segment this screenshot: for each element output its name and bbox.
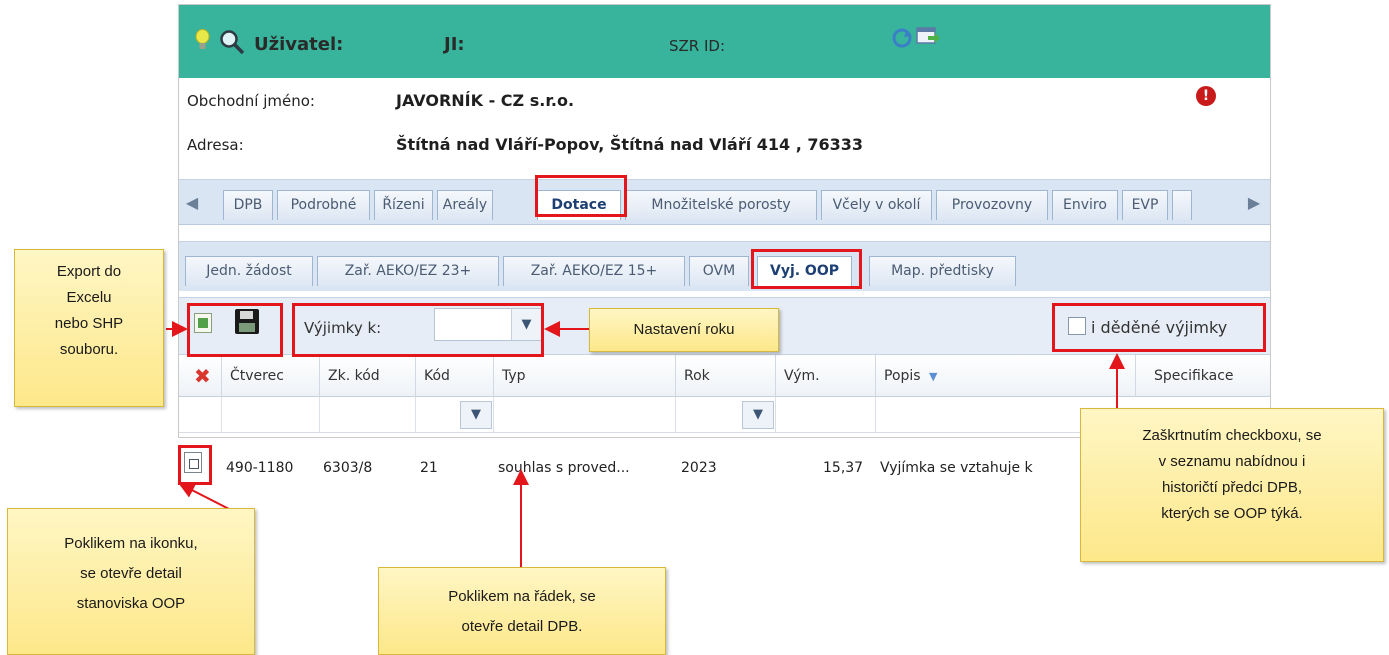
note-line: nebo SHP	[54, 315, 124, 332]
tab-zar-aeko-23[interactable]: Zař. AEKO/EZ 23+	[317, 256, 499, 286]
error-icon[interactable]: !	[1196, 86, 1216, 106]
szr-id-label: SZR ID:	[669, 37, 726, 55]
tab-podrobne[interactable]: Podrobné	[277, 190, 370, 220]
note-line: otevře detail DPB.	[461, 618, 583, 635]
filter-zk-kod[interactable]	[319, 397, 415, 433]
highlight-tab-dotace	[535, 175, 627, 217]
tab-arealy[interactable]: Areály	[437, 190, 493, 220]
tabs-right-arrow-icon[interactable]: ▶	[1243, 188, 1265, 218]
company-label: Obchodní jméno:	[187, 92, 315, 110]
filter-vym[interactable]	[775, 397, 875, 433]
note-line: Poklikem na ikonku,	[64, 535, 198, 552]
note-line: Zaškrtnutím checkboxu, se	[1142, 427, 1322, 444]
tabs-left-arrow-icon[interactable]: ◀	[181, 188, 203, 218]
col-vym[interactable]: Vým.	[775, 355, 875, 397]
tab-zar-aeko-15[interactable]: Zař. AEKO/EZ 15+	[503, 256, 685, 286]
note-line: Poklikem na řádek, se	[448, 588, 596, 605]
filter-rok[interactable]: ▼	[675, 397, 775, 433]
cell-typ: souhlas s proved...	[498, 460, 630, 476]
col-zk-kod[interactable]: Zk. kód	[319, 355, 415, 397]
note-row: Poklikem na řádek, se otevře detail DPB.	[378, 567, 666, 655]
col-ctverec[interactable]: Čtverec	[221, 355, 319, 397]
cell-kod: 21	[420, 460, 438, 476]
tab-evp[interactable]: EVP	[1122, 190, 1168, 220]
col-popis[interactable]: Popis ▼	[875, 355, 1135, 397]
tab-dpb[interactable]: DPB	[223, 190, 273, 220]
tab-vcely-v-okoli[interactable]: Včely v okolí	[821, 190, 932, 220]
col-rok[interactable]: Rok	[675, 355, 775, 397]
header-bar: Uživatel: JI: SZR ID:	[179, 5, 1270, 78]
note-year: Nastavení roku	[589, 308, 779, 352]
cell-rok: 2023	[681, 460, 717, 476]
note-line: Export do	[56, 263, 122, 280]
company-value: JAVORNÍK - CZ s.r.o.	[396, 91, 575, 110]
main-tab-bar: ◀ DPB Podrobné Řízeni Areály Dotace Množ…	[179, 179, 1270, 225]
refresh-icon[interactable]	[891, 27, 913, 49]
highlight-checkbox	[1052, 303, 1266, 352]
search-icon[interactable]	[219, 29, 245, 55]
highlight-export-icons	[187, 303, 283, 357]
tab-map-predtisky[interactable]: Map. předtisky	[869, 256, 1016, 286]
note-export: Export do Excelu nebo SHP souboru.	[14, 249, 164, 407]
grid-header: ✖ Čtverec Zk. kód Kód Typ Rok Vým. Popis…	[179, 355, 1270, 397]
sub-tab-bar: Jedn. žádost Zař. AEKO/EZ 23+ Zař. AEKO/…	[179, 241, 1270, 291]
col-specifikace[interactable]: Specifikace	[1135, 355, 1270, 397]
note-icon: Poklikem na ikonku, se otevře detail sta…	[7, 508, 255, 655]
highlight-doc-icon	[178, 445, 212, 485]
sort-desc-icon: ▼	[929, 370, 938, 383]
cell-ctverec: 490-1180	[226, 460, 294, 476]
address-value: Štítná nad Vláří-Popov, Štítná nad Vláří…	[396, 135, 864, 154]
chevron-down-icon[interactable]: ▼	[460, 401, 492, 429]
tab-mnozitelske-porosty[interactable]: Množitelské porosty	[625, 190, 817, 220]
user-label: Uživatel:	[254, 34, 344, 55]
col-kod[interactable]: Kód	[415, 355, 493, 397]
note-line: Excelu	[66, 289, 112, 306]
note-line: kterých se OOP týká.	[1161, 505, 1303, 522]
note-line: souboru.	[59, 341, 119, 358]
highlight-tab-vyj-oop	[751, 249, 862, 289]
app-window: Uživatel: JI: SZR ID: Obchodní jméno: JA…	[178, 4, 1271, 438]
note-checkbox: Zaškrtnutím checkboxu, se v seznamu nabí…	[1080, 408, 1384, 562]
filter-kod[interactable]: ▼	[415, 397, 493, 433]
highlight-year-select	[292, 303, 544, 357]
col-typ[interactable]: Typ	[493, 355, 675, 397]
tab-rizeni[interactable]: Řízeni	[374, 190, 433, 220]
window-arrow-icon[interactable]	[916, 25, 940, 47]
cell-zk-kod: 6303/8	[323, 460, 373, 476]
note-line: v seznamu nabídnou i	[1158, 453, 1306, 470]
ji-label: JI:	[444, 34, 465, 55]
tab-overflow[interactable]	[1172, 190, 1192, 220]
filter-ctverec[interactable]	[221, 397, 319, 433]
tab-provozovny[interactable]: Provozovny	[936, 190, 1048, 220]
bulb-icon[interactable]	[195, 29, 210, 51]
cell-vym: 15,37	[823, 460, 864, 476]
delete-x-icon[interactable]: ✖	[194, 366, 211, 386]
note-line: se otevře detail	[80, 565, 182, 582]
col-popis-label: Popis	[884, 368, 921, 384]
note-line: historičtí předci DPB,	[1161, 479, 1303, 496]
chevron-down-icon[interactable]: ▼	[742, 401, 774, 429]
cell-popis: Vyjímka se vztahuje k	[880, 460, 1033, 476]
address-label: Adresa:	[187, 136, 244, 154]
tab-ovm[interactable]: OVM	[689, 256, 749, 286]
tab-enviro[interactable]: Enviro	[1052, 190, 1118, 220]
note-line: Nastavení roku	[633, 321, 735, 338]
tab-jedn-zadost[interactable]: Jedn. žádost	[185, 256, 313, 286]
filter-typ[interactable]	[493, 397, 675, 433]
note-line: stanoviska OOP	[76, 595, 186, 612]
